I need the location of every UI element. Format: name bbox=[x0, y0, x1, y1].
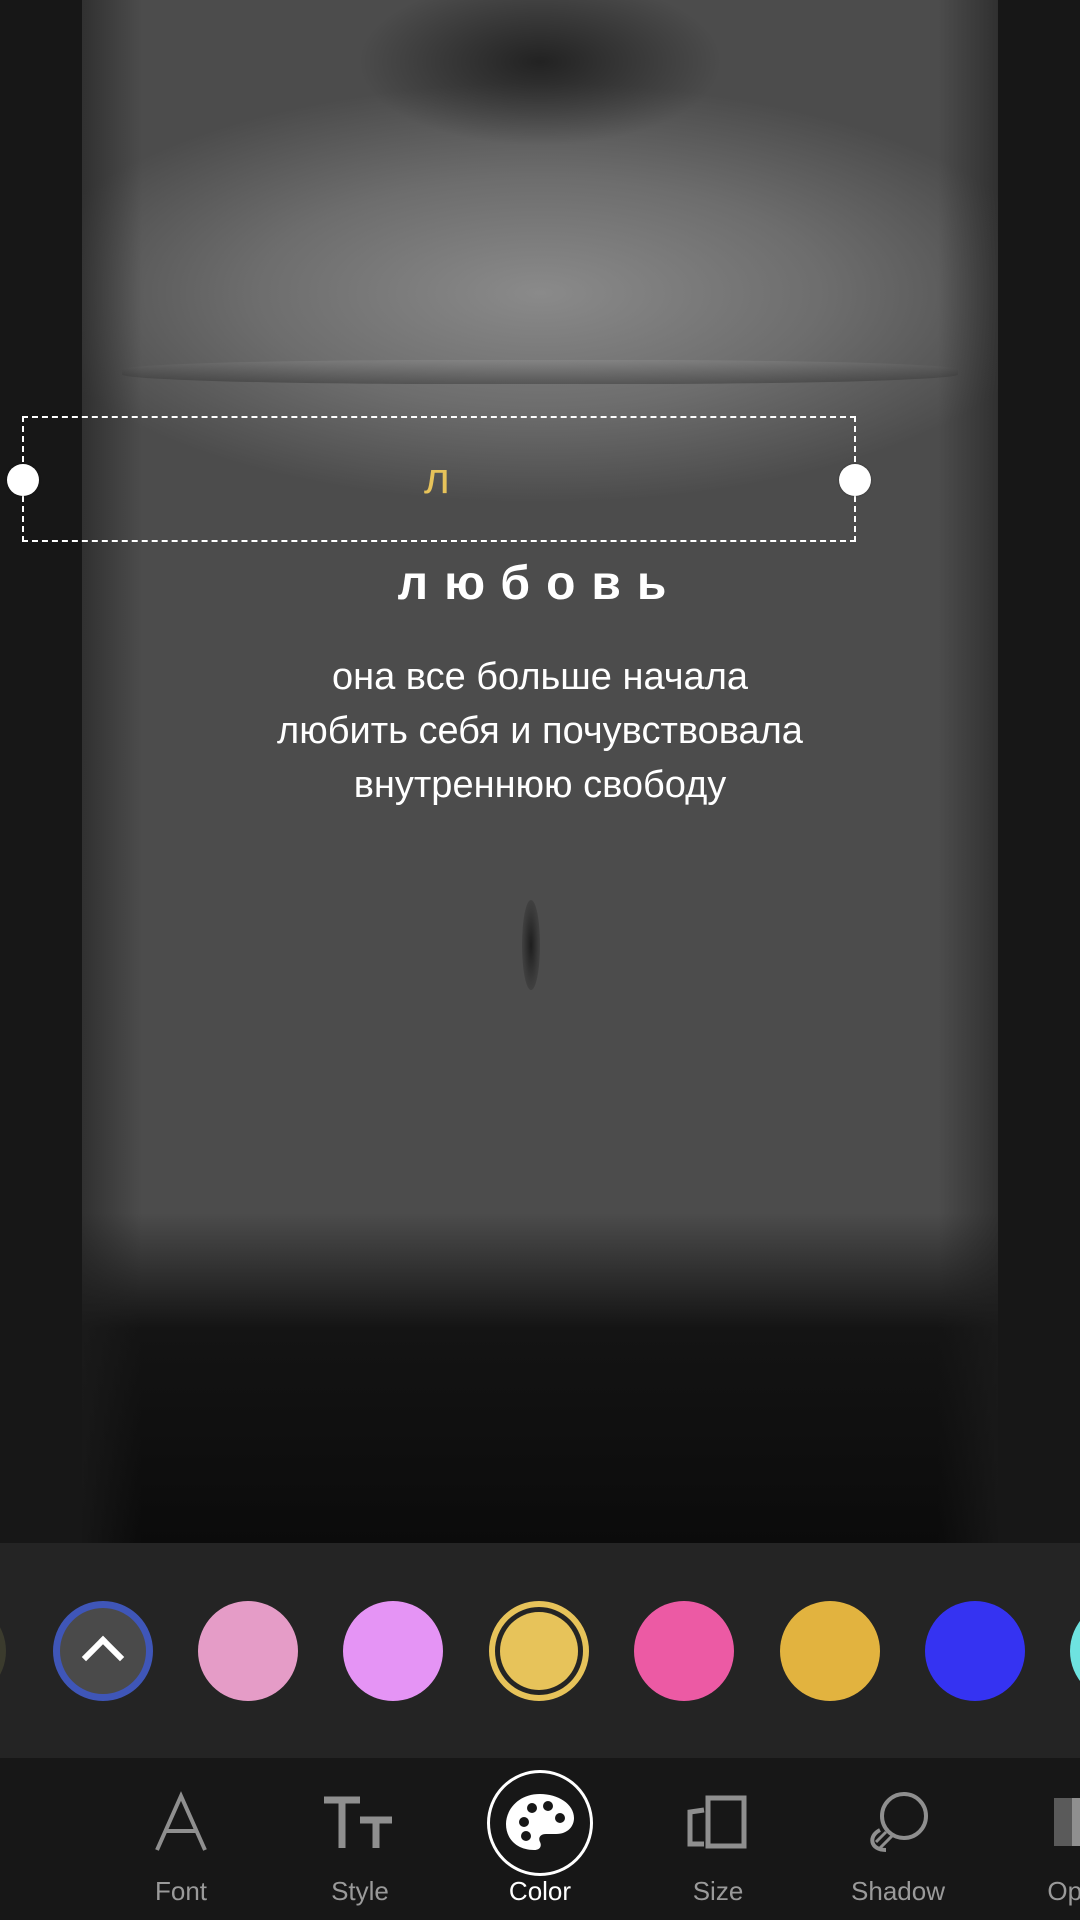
color-swatch-gold[interactable] bbox=[780, 1601, 880, 1701]
photo-detail bbox=[522, 900, 540, 990]
resize-handle-right[interactable] bbox=[839, 464, 871, 496]
color-palette bbox=[0, 1543, 1080, 1758]
tool-font[interactable]: Font bbox=[101, 1758, 261, 1920]
color-swatch-yellow-selected[interactable] bbox=[489, 1601, 589, 1701]
tool-label: Font bbox=[154, 1876, 208, 1906]
resize-handle-left[interactable] bbox=[7, 464, 39, 496]
color-swatch-lilac[interactable] bbox=[343, 1601, 443, 1701]
color-swatch[interactable] bbox=[0, 1601, 6, 1701]
chevron-up-icon bbox=[81, 1635, 125, 1679]
text-layer-editing[interactable]: л bbox=[424, 454, 450, 504]
expand-palette-button[interactable] bbox=[53, 1601, 153, 1701]
text-layer-caption[interactable]: она все больше начала любить себя и почу… bbox=[82, 650, 998, 812]
tool-label: Style bbox=[331, 1876, 389, 1906]
tool-label: Shadow bbox=[851, 1876, 945, 1906]
shadow-icon bbox=[870, 1792, 928, 1852]
tool-label: Size bbox=[692, 1876, 744, 1906]
font-a-icon bbox=[155, 1791, 207, 1851]
tool-shadow[interactable]: Shadow bbox=[818, 1758, 978, 1920]
bottom-toolbar: Font Style Color Size Shadow Op bbox=[0, 1758, 1080, 1920]
tool-label: Color bbox=[508, 1876, 572, 1906]
tool-style[interactable]: Style bbox=[280, 1758, 440, 1920]
color-swatch-cyan[interactable] bbox=[1070, 1601, 1080, 1701]
size-icon bbox=[687, 1795, 747, 1849]
photo-detail bbox=[82, 1213, 998, 1543]
tool-color[interactable]: Color bbox=[460, 1758, 620, 1920]
color-swatch-blue[interactable] bbox=[925, 1601, 1025, 1701]
text-layer-headline[interactable]: любовь bbox=[82, 556, 998, 611]
text-style-icon bbox=[324, 1796, 392, 1848]
color-swatch-magenta[interactable] bbox=[634, 1601, 734, 1701]
palette-icon bbox=[506, 1794, 574, 1850]
color-swatch-pink[interactable] bbox=[198, 1601, 298, 1701]
tool-size[interactable]: Size bbox=[638, 1758, 798, 1920]
tool-opacity[interactable]: Opa bbox=[992, 1758, 1080, 1920]
selected-color-fill bbox=[500, 1612, 578, 1690]
photo-detail bbox=[122, 360, 958, 384]
opacity-icon bbox=[1054, 1798, 1080, 1846]
story-editor: л любовь она все больше начала любить се… bbox=[0, 0, 1080, 1920]
selected-text-box[interactable]: л bbox=[7, 416, 871, 542]
tool-label: Opa bbox=[1047, 1876, 1080, 1906]
